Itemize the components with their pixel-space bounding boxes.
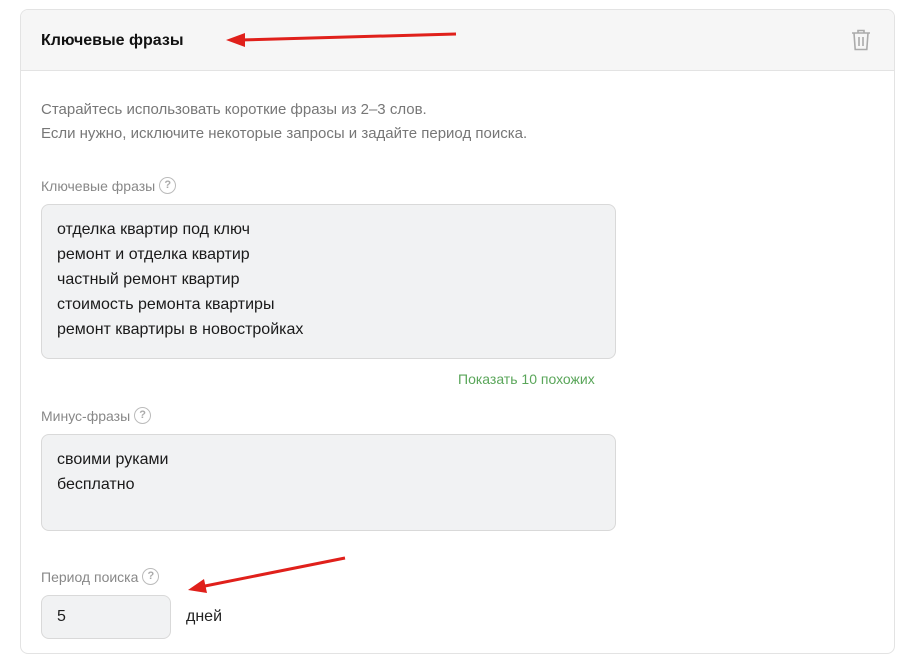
trash-icon[interactable] — [850, 28, 872, 52]
card-title: Ключевые фразы — [41, 32, 184, 49]
minus-line: бесплатно — [57, 476, 135, 493]
minus-line: своими руками — [57, 451, 169, 468]
help-icon[interactable]: ? — [142, 568, 160, 585]
keywords-label-text: Ключевые фразы — [41, 177, 156, 194]
card-header: Ключевые фразы — [21, 10, 894, 71]
minus-textarea[interactable]: своими руками бесплатно — [41, 434, 616, 531]
keyword-line: стоимость ремонта квартиры — [57, 296, 275, 313]
keywords-card: Ключевые фразы Старайтесь использовать к… — [20, 9, 895, 654]
period-label-text: Период поиска — [41, 568, 139, 585]
minus-label: Минус-фразы ? — [41, 407, 152, 424]
hint-text: Старайтесь использовать короткие фразы и… — [41, 98, 527, 146]
minus-label-text: Минус-фразы — [41, 407, 131, 424]
help-icon[interactable]: ? — [159, 177, 177, 194]
keyword-line: ремонт квартиры в новостройках — [57, 321, 304, 338]
keyword-line: ремонт и отделка квартир — [57, 246, 250, 263]
keyword-line: частный ремонт квартир — [57, 271, 240, 288]
period-unit: дней — [186, 608, 223, 625]
period-input[interactable]: 5 — [41, 595, 171, 639]
hint-line: Старайтесь использовать короткие фразы и… — [41, 101, 427, 118]
help-icon[interactable]: ? — [134, 407, 152, 424]
keywords-label: Ключевые фразы ? — [41, 177, 177, 194]
period-label: Период поиска ? — [41, 568, 160, 585]
keyword-line: отделка квартир под ключ — [57, 221, 250, 238]
show-similar-link[interactable]: Показать 10 похожих — [458, 371, 595, 387]
keywords-textarea[interactable]: отделка квартир под ключ ремонт и отделк… — [41, 204, 616, 359]
hint-line: Если нужно, исключите некоторые запросы … — [41, 125, 528, 142]
